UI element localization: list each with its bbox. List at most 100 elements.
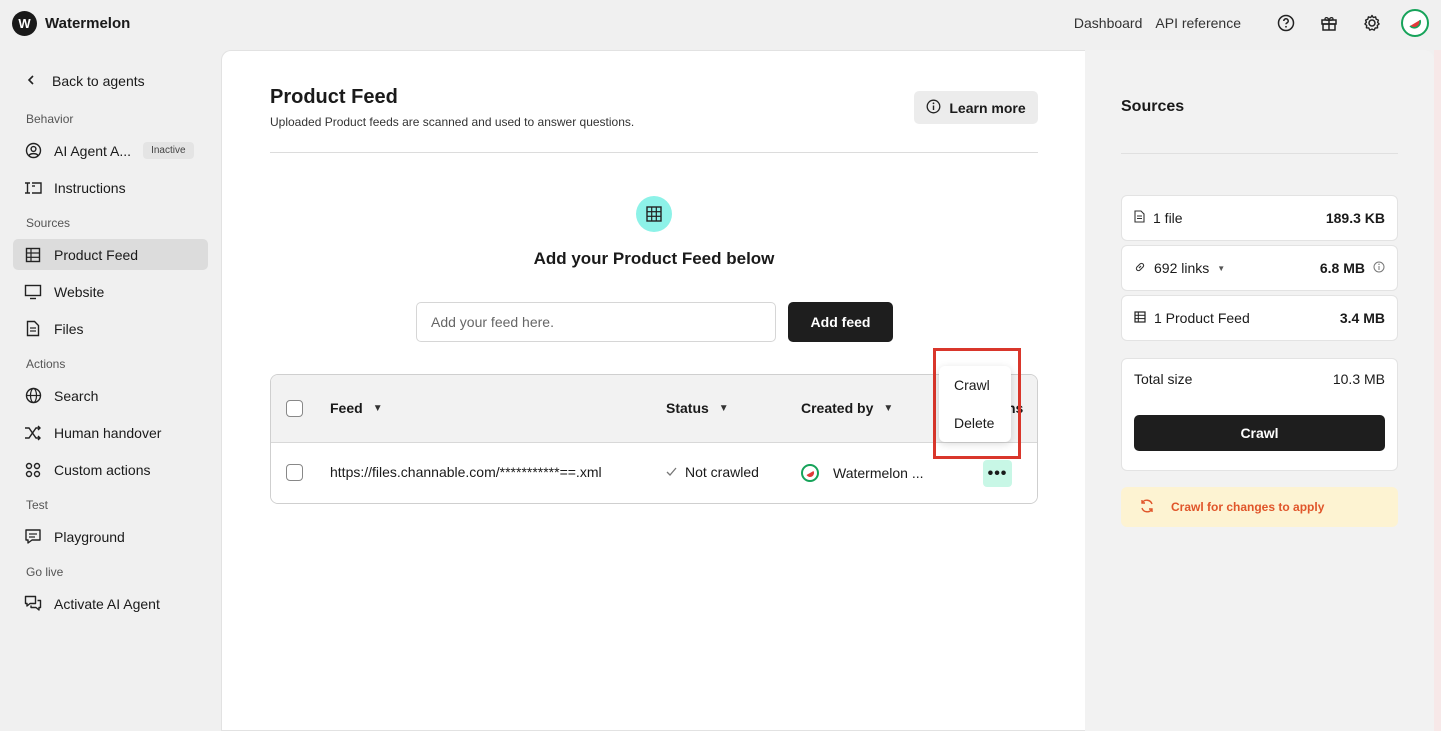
section-test: Test <box>26 498 49 512</box>
sidebar-item-search[interactable]: Search <box>13 380 208 411</box>
sidebar-item-label: Playground <box>54 528 125 545</box>
user-circle-icon <box>24 142 42 160</box>
column-header-label: Status <box>666 400 709 416</box>
sources-title: Sources <box>1121 98 1185 115</box>
learn-more-button[interactable]: Learn more <box>914 91 1038 124</box>
table-header: Feed ▼ Status ▼ Created by ▼ ns <box>271 375 1037 443</box>
sidebar-item-playground[interactable]: Playground <box>13 521 208 552</box>
check-icon <box>666 464 677 480</box>
window-edge <box>1434 50 1441 731</box>
column-header-label: Feed <box>330 400 363 416</box>
sidebar-item-activate[interactable]: Activate AI Agent <box>13 588 208 619</box>
sidebar-item-label: Website <box>54 283 105 300</box>
feed-url-cell: https://files.channable.com/***********=… <box>330 464 602 480</box>
menu-item-crawl[interactable]: Crawl <box>939 366 1011 404</box>
section-sources: Sources <box>26 216 71 230</box>
brand-name: Watermelon <box>45 14 131 32</box>
globe-icon <box>24 387 42 405</box>
select-all-checkbox[interactable] <box>286 400 303 417</box>
sidebar: Back to agents Behavior AI Agent A... In… <box>0 50 221 731</box>
table-icon <box>24 246 42 264</box>
user-avatar[interactable] <box>1401 9 1429 37</box>
sidebar-item-label: Product Feed <box>54 246 139 263</box>
column-header-created-by[interactable]: Created by ▼ <box>801 400 893 416</box>
refresh-icon <box>1139 498 1155 517</box>
file-icon <box>24 320 42 338</box>
row-checkbox[interactable] <box>286 464 303 481</box>
sidebar-item-ai-agent[interactable]: AI Agent A... Inactive <box>13 135 208 166</box>
source-label: 1 Product Feed <box>1154 310 1250 326</box>
caret-down-icon: ▼ <box>372 402 383 414</box>
sidebar-item-label: Activate AI Agent <box>54 595 160 612</box>
section-actions: Actions <box>26 357 66 371</box>
sidebar-item-website[interactable]: Website <box>13 276 208 307</box>
feed-table: Feed ▼ Status ▼ Created by ▼ ns https://… <box>270 374 1038 504</box>
sidebar-item-label: Instructions <box>54 179 126 196</box>
gift-icon[interactable] <box>1318 12 1340 34</box>
chevron-left-icon <box>26 73 36 89</box>
back-to-agents-link[interactable]: Back to agents <box>13 62 208 99</box>
brand-logo: W <box>12 10 37 36</box>
source-label: 692 links <box>1154 260 1210 276</box>
page-subtitle: Uploaded Product feeds are scanned and u… <box>270 115 635 129</box>
source-row-product-feed[interactable]: 1 Product Feed 3.4 MB <box>1121 295 1398 341</box>
sidebar-item-human-handover[interactable]: Human handover <box>13 417 208 448</box>
chats-icon <box>24 595 42 613</box>
feed-url-input[interactable] <box>416 302 776 342</box>
sidebar-item-files[interactable]: Files <box>13 313 208 344</box>
more-actions-button[interactable]: ••• <box>983 460 1012 487</box>
table-icon <box>636 196 672 232</box>
column-header-status[interactable]: Status ▼ <box>666 400 729 416</box>
status-cell: Not crawled <box>666 464 759 480</box>
main-panel: Product Feed Uploaded Product feeds are … <box>221 50 1085 731</box>
created-by-cell: Watermelon ... <box>801 464 924 482</box>
sidebar-item-label: Human handover <box>54 424 162 441</box>
brand[interactable]: W Watermelon <box>12 10 131 36</box>
add-feed-button[interactable]: Add feed <box>788 302 893 342</box>
table-row[interactable]: https://files.channable.com/***********=… <box>271 443 1037 503</box>
instructions-icon <box>24 179 42 197</box>
page-title: Product Feed <box>270 86 398 108</box>
source-size-group: 6.8 MB <box>1320 260 1385 276</box>
info-icon[interactable] <box>1373 260 1385 276</box>
section-go-live: Go live <box>26 565 64 579</box>
info-icon <box>926 99 941 117</box>
source-row-links[interactable]: 692 links ▼ 6.8 MB <box>1121 245 1398 291</box>
sidebar-item-label: Files <box>54 320 84 337</box>
file-icon <box>1134 210 1145 226</box>
sidebar-item-label: Search <box>54 387 99 404</box>
sidebar-item-product-feed[interactable]: Product Feed <box>13 239 208 270</box>
top-bar: W Watermelon Dashboard API reference <box>0 0 1441 46</box>
source-label-group: 692 links ▼ <box>1134 260 1225 276</box>
status-text: Not crawled <box>685 464 759 480</box>
crawl-notice: Crawl for changes to apply <box>1121 487 1398 527</box>
api-reference-link[interactable]: API reference <box>1155 15 1241 31</box>
source-row-files[interactable]: 1 file 189.3 KB <box>1121 195 1398 241</box>
header-divider <box>270 152 1038 153</box>
source-label-group: 1 file <box>1134 210 1183 226</box>
sidebar-item-instructions[interactable]: Instructions <box>13 172 208 203</box>
gear-icon[interactable] <box>1361 12 1383 34</box>
add-feed-heading: Add your Product Feed below <box>533 249 775 268</box>
row-actions-menu: Crawl Delete <box>939 366 1011 442</box>
caret-down-icon[interactable]: ▼ <box>1217 264 1225 273</box>
link-icon <box>1134 260 1146 276</box>
chat-bubble-icon <box>24 528 42 546</box>
menu-item-delete[interactable]: Delete <box>939 404 1011 442</box>
crawl-notice-text: Crawl for changes to apply <box>1171 500 1325 514</box>
sidebar-item-custom-actions[interactable]: Custom actions <box>13 454 208 485</box>
column-header-feed[interactable]: Feed ▼ <box>330 400 383 416</box>
help-icon[interactable] <box>1275 12 1297 34</box>
total-size-row: Total size 10.3 MB <box>1134 371 1385 387</box>
caret-down-icon: ▼ <box>718 402 729 414</box>
caret-down-icon: ▼ <box>883 402 894 414</box>
crawl-button[interactable]: Crawl <box>1134 415 1385 451</box>
shuffle-icon <box>24 424 42 442</box>
dashboard-link[interactable]: Dashboard <box>1074 15 1143 31</box>
back-label: Back to agents <box>52 72 145 89</box>
sources-panel: Sources 1 file 189.3 KB 692 links ▼ 6.8 … <box>1085 50 1434 731</box>
status-badge: Inactive <box>143 142 194 159</box>
creator-name: Watermelon ... <box>833 465 924 481</box>
source-size: 189.3 KB <box>1325 210 1385 226</box>
total-size-value: 10.3 MB <box>1332 371 1385 387</box>
